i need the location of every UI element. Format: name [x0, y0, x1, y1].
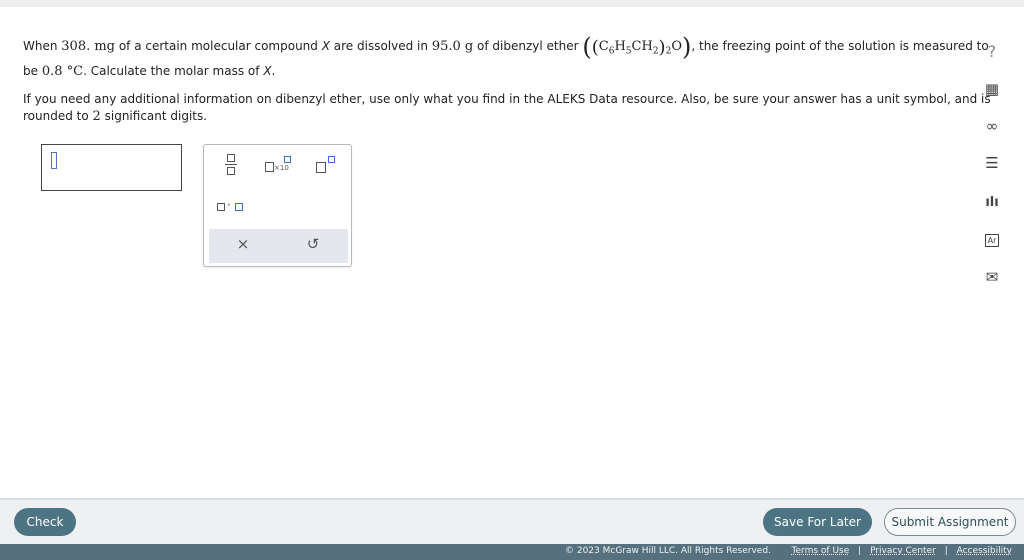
link-icon[interactable]: ∞: [975, 112, 1009, 140]
question-line-3: If you need any additional information o…: [23, 92, 991, 106]
accessibility-link[interactable]: Accessibility: [957, 546, 1012, 556]
legal-bar: © 2023 McGraw Hill LLC. All Rights Reser…: [0, 544, 1024, 560]
terms-link[interactable]: Terms of Use: [792, 546, 850, 556]
calculator-icon[interactable]: ▦: [975, 75, 1009, 103]
multiply-dot-button[interactable]: ·: [217, 198, 247, 215]
dibenzyl-ether-formula: ((C6H5CH2)2O): [582, 33, 692, 61]
periodic-table-icon[interactable]: Ar: [975, 226, 1009, 254]
math-palette: ×10 · × ↺: [203, 144, 352, 267]
top-bar: [0, 0, 1024, 7]
question-line-1: When 308. mg of a certain molecular comp…: [23, 33, 989, 61]
notes-icon[interactable]: ☰: [975, 149, 1009, 177]
exponent-button[interactable]: [316, 156, 340, 176]
save-for-later-button[interactable]: Save For Later: [763, 508, 872, 536]
privacy-link[interactable]: Privacy Center: [870, 546, 936, 556]
check-button[interactable]: Check: [14, 508, 76, 536]
scientific-notation-button[interactable]: ×10: [265, 156, 295, 176]
help-icon[interactable]: ?: [975, 37, 1009, 65]
data-chart-icon[interactable]: ılı: [975, 188, 1009, 216]
clear-button[interactable]: ×: [228, 235, 258, 253]
undo-button[interactable]: ↺: [298, 235, 328, 253]
fraction-button[interactable]: [224, 154, 238, 178]
answer-input[interactable]: [41, 144, 182, 191]
submit-assignment-button[interactable]: Submit Assignment: [884, 508, 1016, 536]
mail-icon[interactable]: ✉: [975, 263, 1009, 291]
text-cursor: [51, 152, 57, 169]
palette-actions: × ↺: [209, 229, 348, 263]
copyright-text: © 2023 McGraw Hill LLC. All Rights Reser…: [564, 546, 771, 556]
question-line-4: rounded to 2 significant digits.: [23, 109, 208, 124]
question-line-2: be 0.8 °C. Calculate the molar mass of X…: [23, 64, 276, 79]
